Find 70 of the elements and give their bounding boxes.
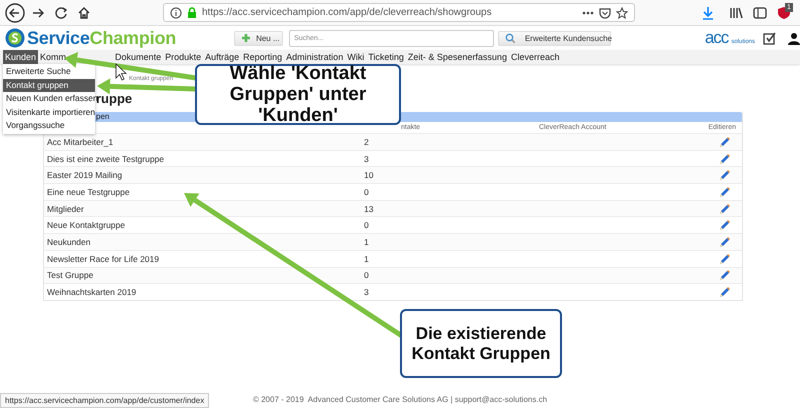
menu-item[interactable]: Neuen Kunden erfassen: [3, 92, 95, 106]
edit-icon[interactable]: [718, 252, 730, 265]
app-logo: ServiceChampion: [27, 28, 176, 48]
table-cell-text: Easter 2019 Mailing: [46, 170, 124, 180]
pocket-icon[interactable]: [599, 6, 611, 18]
nav-item[interactable]: Dokumente: [113, 50, 164, 64]
table-cell-text: 1: [363, 254, 370, 264]
star-icon[interactable]: [616, 6, 628, 18]
home-icon[interactable]: [77, 6, 91, 20]
edit-icon[interactable]: [718, 202, 730, 215]
menu-item[interactable]: Vorgangssuche: [3, 119, 95, 133]
edit-icon[interactable]: [718, 136, 730, 148]
advanced-search-button[interactable]: Erweiterte Kundensuche: [498, 30, 611, 46]
table-cell-text: 0: [363, 186, 370, 197]
edit-icon[interactable]: [718, 169, 730, 182]
table-cell-text: Acc Mitarbeiter_1: [46, 136, 114, 147]
table-cell-text: 1: [363, 236, 370, 247]
nav-item[interactable]: Administration: [284, 50, 346, 64]
library-icon[interactable]: [729, 6, 743, 20]
nav-item[interactable]: Kunden: [3, 50, 38, 64]
menu-item[interactable]: Kontakt gruppen: [3, 78, 95, 92]
table-cell-text: 0: [363, 220, 370, 230]
edit-icon[interactable]: [718, 219, 730, 232]
nav-item[interactable]: Zeit- & Spesenerfassung: [406, 50, 509, 64]
cursor-icon: [116, 63, 127, 81]
nav-item[interactable]: Aufträge: [203, 50, 242, 64]
nav-item[interactable]: Cleverreach: [508, 50, 562, 64]
back-icon[interactable]: [5, 2, 25, 22]
edit-icon[interactable]: [718, 286, 730, 298]
table-cell-text: 3: [363, 154, 370, 164]
table-cell-text: Neue Kontaktgruppe: [46, 220, 126, 230]
table-cell-text: Dies ist eine zweite Testgruppe: [46, 154, 166, 164]
callout: Wähle 'Kontakt Gruppen' unter 'Kunden': [195, 64, 401, 125]
info-icon[interactable]: [170, 6, 182, 18]
table-cell-text: 10: [363, 170, 374, 180]
table-cell-text: Neukunden: [46, 236, 92, 247]
forward-icon[interactable]: [31, 6, 45, 20]
download-icon[interactable]: [701, 6, 715, 20]
edit-icon[interactable]: [718, 236, 730, 248]
new-button[interactable]: Neu ...: [234, 30, 284, 46]
footer-text: © 2007 - 2019 Advanced Customer Care Solutions AG | support@acc-solutions.ch: [252, 395, 548, 404]
menu-item[interactable]: Erweiterte Suche: [3, 65, 95, 79]
nav-item[interactable]: Ticketing: [366, 50, 406, 64]
plus-icon: [241, 33, 252, 43]
edit-icon[interactable]: [718, 186, 730, 198]
edit-icon[interactable]: [718, 269, 730, 282]
address-bar[interactable]: https://acc.servicechampion.com/app/de/cleverreach/showgroups: [163, 3, 635, 22]
lock-icon: [187, 6, 197, 18]
table-cell-text: Weihnachtskarten 2019: [46, 287, 138, 298]
table-cell-text: 3: [363, 287, 370, 298]
nav-item[interactable]: Produkte: [163, 50, 204, 64]
page-title: ruppe: [96, 91, 132, 106]
checklist-icon[interactable]: [763, 32, 776, 44]
nav-item[interactable]: Komm: [38, 50, 68, 64]
callout: Die existierende Kontakt Gruppen: [400, 309, 562, 378]
search-icon: [504, 33, 515, 43]
table-cell-text: 0: [363, 270, 370, 280]
sidebar-icon[interactable]: [753, 6, 767, 20]
table-cell-text: Newsletter Race for Life 2019: [46, 254, 160, 264]
table-cell-text: Eine neue Testgruppe: [46, 186, 131, 197]
nav-item[interactable]: Reporting: [241, 50, 284, 64]
reload-icon[interactable]: [54, 6, 68, 20]
url-text: https://acc.servicechampion.com/app/de/cleverreach/showgroups: [202, 7, 493, 18]
table-cell-text: 13: [363, 204, 374, 214]
table-cell-text: Mitglieder: [46, 204, 85, 214]
nav-item[interactable]: Wiki: [345, 50, 366, 64]
table-cell-text: Test Gruppe: [46, 270, 94, 280]
edit-icon[interactable]: [718, 152, 730, 165]
user-icon[interactable]: [788, 32, 800, 44]
table-cell-text: 2: [363, 136, 370, 147]
